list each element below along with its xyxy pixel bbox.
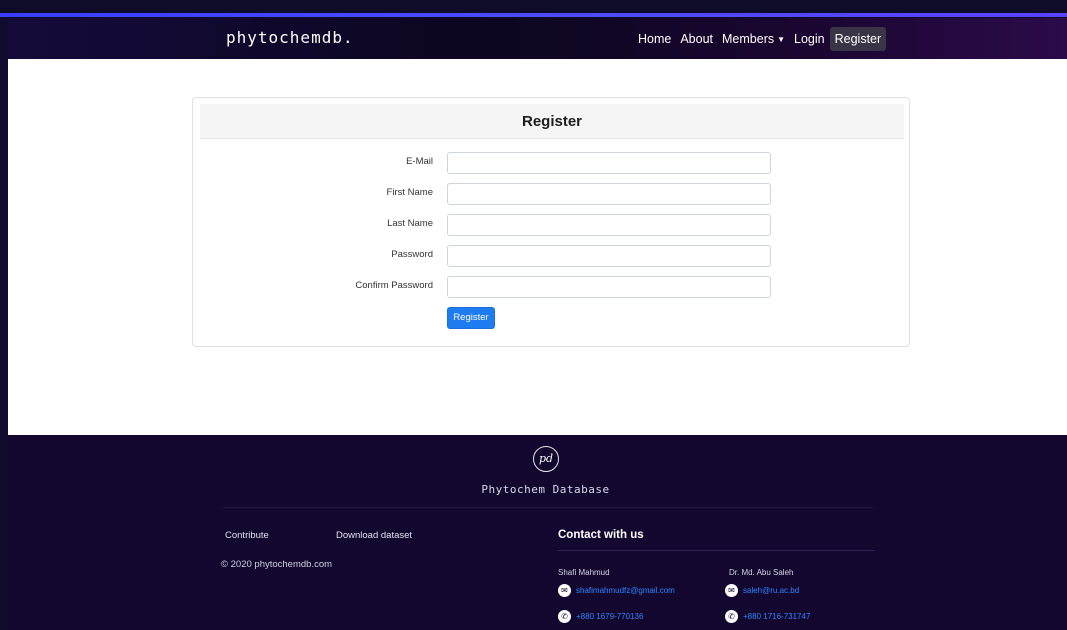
phone-link-1[interactable]: +880 1679-770136 xyxy=(576,612,643,621)
contact-phone-1: ✆ +880 1679-770136 xyxy=(558,610,643,623)
footer-link-contribute[interactable]: Contribute xyxy=(225,530,269,541)
nav-login[interactable]: Login xyxy=(790,27,829,51)
email-row: E-Mail xyxy=(193,152,911,174)
contact-email-1: ✉ shafimahmudfz@gmail.com xyxy=(558,584,675,597)
password-label: Password xyxy=(391,249,433,260)
phone-icon: ✆ xyxy=(558,610,571,623)
phone-icon: ✆ xyxy=(725,610,738,623)
top-accent-bar xyxy=(0,13,1067,17)
caret-down-icon: ▼ xyxy=(777,34,786,44)
first-name-row: First Name xyxy=(193,183,911,205)
nav-members-label: Members xyxy=(722,31,775,46)
contact-phone-2: ✆ +880 1716-731747 xyxy=(725,610,810,623)
email-field[interactable] xyxy=(447,152,771,174)
last-name-row: Last Name xyxy=(193,214,911,236)
footer-link-download-dataset[interactable]: Download dataset xyxy=(336,530,412,541)
register-submit-button[interactable]: Register xyxy=(447,307,495,329)
contact-name-2: Dr. Md. Abu Saleh xyxy=(729,568,794,577)
contact-heading: Contact with us xyxy=(558,529,644,541)
page-frame: phytochemdb. Home About Members ▼ Login R… xyxy=(8,18,1067,630)
register-card: Register E-Mail First Name Last Name Pas… xyxy=(192,97,910,347)
password-row: Password xyxy=(193,245,911,267)
phone-link-2[interactable]: +880 1716-731747 xyxy=(743,612,810,621)
copyright-text: © 2020 phytochemdb.com xyxy=(221,559,333,570)
top-strip-inner xyxy=(228,0,862,14)
last-name-field[interactable] xyxy=(447,214,771,236)
confirm-password-row: Confirm Password xyxy=(193,276,911,298)
email-link-1[interactable]: shafimahmudfz@gmail.com xyxy=(576,586,675,595)
confirm-password-field[interactable] xyxy=(447,276,771,298)
confirm-password-label: Confirm Password xyxy=(355,280,433,291)
navbar: phytochemdb. Home About Members ▼ Login R… xyxy=(8,18,1067,59)
contact-divider xyxy=(558,550,874,551)
first-name-field[interactable] xyxy=(447,183,771,205)
nav-links: Home About Members ▼ Login Register xyxy=(634,25,887,52)
footer-divider xyxy=(223,507,873,508)
browser-top-strip xyxy=(0,0,1067,18)
card-title: Register xyxy=(200,104,904,139)
footer: pd Phytochem Database Contribute Downloa… xyxy=(8,435,1067,630)
contact-email-2: ✉ saleh@ru.ac.bd xyxy=(725,584,799,597)
password-field[interactable] xyxy=(447,245,771,267)
nav-register[interactable]: Register xyxy=(829,26,887,51)
last-name-label: Last Name xyxy=(387,218,433,229)
first-name-label: First Name xyxy=(386,187,433,198)
envelope-icon: ✉ xyxy=(725,584,738,597)
nav-home[interactable]: Home xyxy=(634,27,675,51)
brand-logo[interactable]: phytochemdb. xyxy=(226,28,354,47)
nav-members-dropdown[interactable]: Members ▼ xyxy=(718,27,789,51)
contact-name-1: Shafi Mahmud xyxy=(558,568,610,577)
email-label: E-Mail xyxy=(406,156,433,167)
email-link-2[interactable]: saleh@ru.ac.bd xyxy=(743,586,799,595)
footer-title: Phytochem Database xyxy=(481,483,610,496)
nav-about[interactable]: About xyxy=(676,27,717,51)
envelope-icon: ✉ xyxy=(558,584,571,597)
footer-logo-icon: pd xyxy=(533,446,559,472)
